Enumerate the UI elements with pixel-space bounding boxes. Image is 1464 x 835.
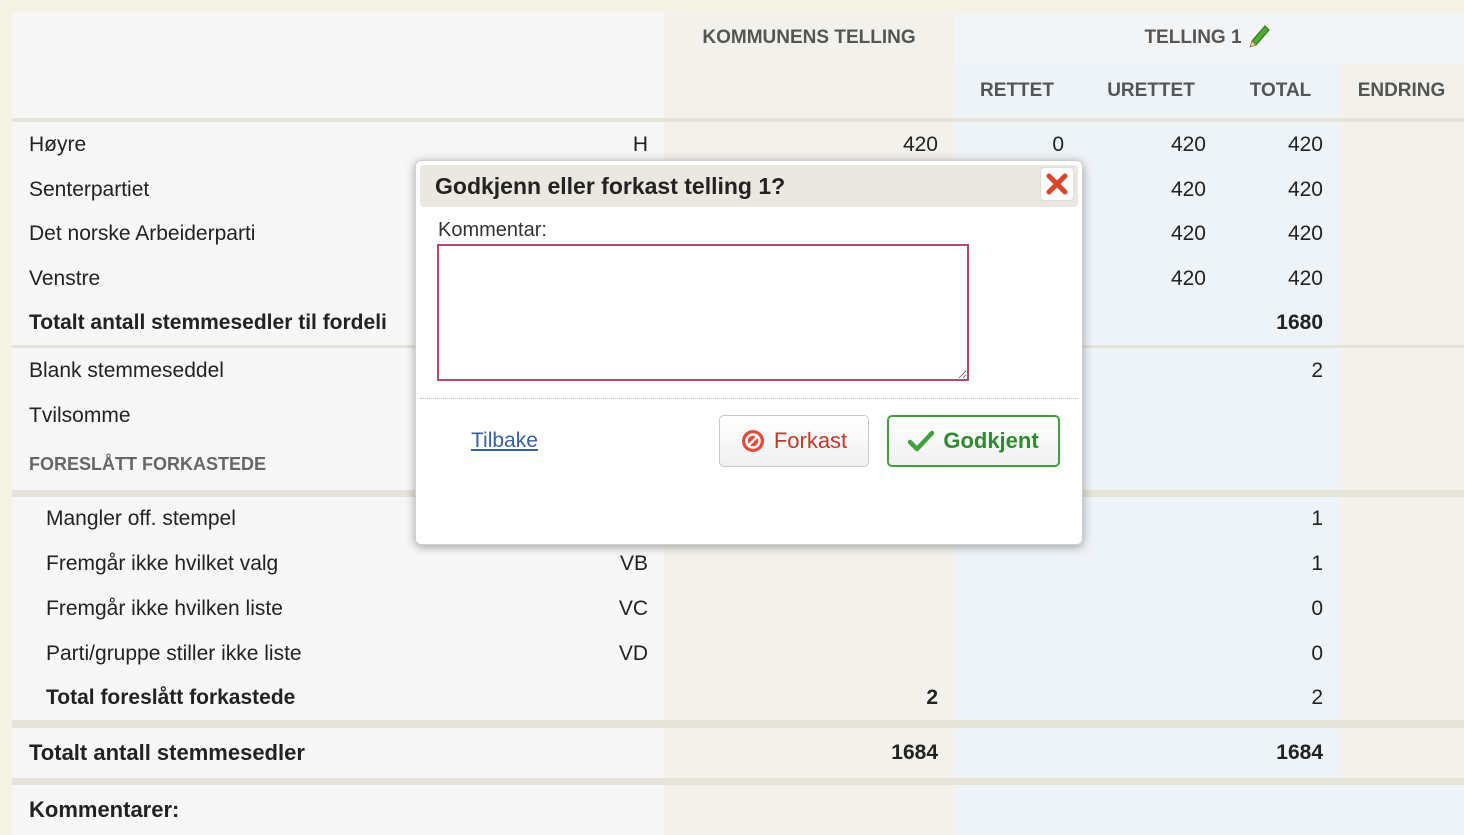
approve-button[interactable]: Godkjent — [887, 415, 1060, 467]
close-icon — [1046, 173, 1068, 195]
header-endring: ENDRING — [1339, 64, 1464, 118]
comment-label: Kommentar: — [438, 219, 547, 241]
row-urettet: 420 — [1080, 256, 1222, 301]
row-total: 2 — [1222, 676, 1339, 720]
dialog-close-button[interactable] — [1040, 167, 1074, 201]
dialog-title-text: Godkjenn eller forkast telling 1? — [435, 172, 786, 199]
row-total: 0 — [1222, 631, 1339, 676]
back-link[interactable]: Tilbake — [471, 429, 538, 453]
approve-reject-dialog: Godkjenn eller forkast telling 1? Kommen… — [415, 160, 1083, 545]
table-row: Fremgår ikke hvilket valg VB 1 — [12, 541, 1464, 587]
header-total: TOTAL — [1222, 64, 1339, 118]
row-total: 0 — [1222, 586, 1339, 631]
row-total: 420 — [1222, 212, 1339, 256]
no-entry-icon — [741, 430, 764, 452]
header-urettet: URETTET — [1080, 64, 1222, 118]
row-total: 1 — [1222, 497, 1339, 541]
header-telling-label: TELLING 1 — [1144, 27, 1242, 48]
dialog-title: Godkjenn eller forkast telling 1? — [420, 165, 1078, 207]
approve-button-label: Godkjent — [943, 428, 1039, 453]
header-telling-1: TELLING 1 — [954, 12, 1464, 64]
row-urettet: 420 — [1080, 212, 1222, 256]
row-label: Fremgår ikke hvilken liste — [12, 586, 664, 631]
edit-pencil-icon[interactable] — [1246, 21, 1274, 55]
row-code: VB — [619, 551, 648, 575]
row-code: VC — [618, 596, 648, 620]
reject-button[interactable]: Forkast — [719, 415, 869, 467]
dialog-divider — [420, 398, 1078, 399]
reject-button-label: Forkast — [773, 428, 848, 453]
row-endring — [1339, 122, 1464, 167]
header-kommunens-telling: KOMMUNENS TELLING — [664, 12, 954, 64]
row-total: 420 — [1222, 256, 1339, 301]
grand-total-row: Totalt antall stemmesedler 1684 1684 — [12, 728, 1464, 778]
table-row-subtotal: Total foreslått forkastede 2 2 — [12, 676, 1464, 720]
checkmark-icon — [908, 430, 935, 452]
row-urettet: 420 — [1080, 167, 1222, 212]
row-total: 1684 — [1222, 728, 1339, 778]
comment-textarea[interactable] — [437, 244, 969, 381]
header-row-top: KOMMUNENS TELLING TELLING 1 — [12, 12, 1464, 64]
comments-row: Kommentarer: — [12, 785, 1464, 835]
row-label: Total foreslått forkastede — [12, 676, 664, 720]
row-total: 420 — [1222, 122, 1339, 167]
row-total: 420 — [1222, 167, 1339, 212]
table-row: Fremgår ikke hvilken liste VC 0 — [12, 586, 1464, 632]
row-urettet: 420 — [1080, 122, 1222, 167]
header-rettet: RETTET — [954, 64, 1080, 118]
row-komm: 1684 — [664, 728, 954, 778]
header-row-sub: RETTET URETTET TOTAL ENDRING — [12, 64, 1464, 118]
row-label: Parti/gruppe stiller ikke liste — [12, 631, 664, 676]
row-total: 2 — [1222, 348, 1339, 393]
row-label: Fremgår ikke hvilket valg — [12, 541, 664, 586]
row-label: Totalt antall stemmesedler — [12, 728, 664, 778]
row-komm: 2 — [664, 676, 954, 720]
row-total: 1 — [1222, 541, 1339, 586]
comments-label: Kommentarer: — [12, 785, 664, 835]
row-total: 1680 — [1222, 301, 1339, 345]
table-row: Parti/gruppe stiller ikke liste VD 0 — [12, 631, 1464, 677]
row-code: VD — [618, 641, 648, 665]
